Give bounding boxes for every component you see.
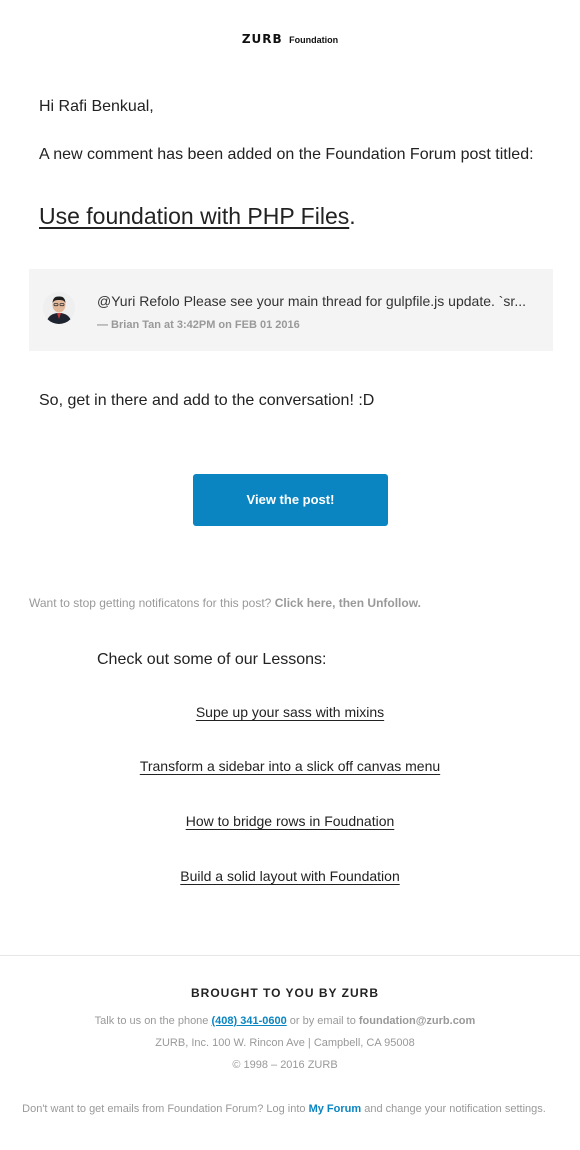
lesson-item: How to bridge rows in Foudnation — [0, 813, 580, 829]
comment-box: @Yuri Refolo Please see your main thread… — [29, 269, 553, 351]
unfollow-text: Want to stop getting notificatons for th… — [29, 596, 272, 610]
greeting: Hi Rafi Benkual, — [39, 98, 154, 115]
lesson-item: Supe up your sass with mixins — [0, 704, 580, 720]
lessons-title: Check out some of our Lessons: — [97, 651, 327, 668]
lesson-link-4[interactable]: Build a solid layout with Foundation — [180, 868, 399, 884]
footer-divider — [0, 955, 580, 956]
lesson-item: Transform a sidebar into a slick off can… — [0, 758, 580, 774]
settings-prefix: Don't want to get emails from Foundation… — [22, 1103, 306, 1115]
post-title-link[interactable]: Use foundation with PHP Files — [39, 203, 349, 229]
zurb-foundation-logo: ZURB Foundation — [0, 30, 580, 48]
lesson-link-1[interactable]: Supe up your sass with mixins — [196, 704, 384, 720]
footer-contact: Talk to us on the phone (408) 341-0600 o… — [0, 1015, 570, 1027]
contact-prefix: Talk to us on the phone — [94, 1015, 209, 1027]
settings-suffix: and change your notification settings. — [364, 1103, 546, 1115]
footer-address: ZURB, Inc. 100 W. Rincon Ave | Campbell,… — [155, 1037, 415, 1049]
logo-subtitle: Foundation — [289, 35, 339, 45]
intro-text: A new comment has been added on the Foun… — [39, 146, 534, 163]
contact-mid: or by email to — [289, 1015, 356, 1027]
lesson-link-2[interactable]: Transform a sidebar into a slick off can… — [140, 758, 440, 774]
email-link[interactable]: foundation@zurb.com — [359, 1015, 475, 1027]
footer-title: BROUGHT TO YOU BY ZURB — [190, 986, 379, 1000]
footer-copyright: © 1998 – 2016 ZURB — [232, 1059, 338, 1071]
my-forum-link[interactable]: My Forum — [309, 1103, 362, 1115]
phone-link[interactable]: (408) 341-0600 — [211, 1015, 286, 1027]
avatar — [43, 292, 75, 324]
view-post-button[interactable]: View the post! — [193, 474, 388, 526]
user-avatar-icon — [43, 292, 75, 324]
cta-text: So, get in there and add to the conversa… — [39, 392, 375, 409]
logo-mark: ZURB — [241, 32, 283, 46]
post-title: Use foundation with PHP Files. — [39, 203, 356, 230]
unfollow-notice: Want to stop getting notificatons for th… — [29, 596, 421, 610]
comment-text: @Yuri Refolo Please see your main thread… — [97, 293, 526, 309]
post-title-period: . — [349, 203, 356, 229]
unfollow-link[interactable]: Click here, then Unfollow. — [275, 596, 421, 610]
lesson-item: Build a solid layout with Foundation — [0, 868, 580, 884]
comment-meta: — Brian Tan at 3:42PM on FEB 01 2016 — [97, 319, 300, 331]
lesson-link-3[interactable]: How to bridge rows in Foudnation — [186, 813, 395, 829]
footer-settings: Don't want to get emails from Foundation… — [0, 1103, 568, 1115]
